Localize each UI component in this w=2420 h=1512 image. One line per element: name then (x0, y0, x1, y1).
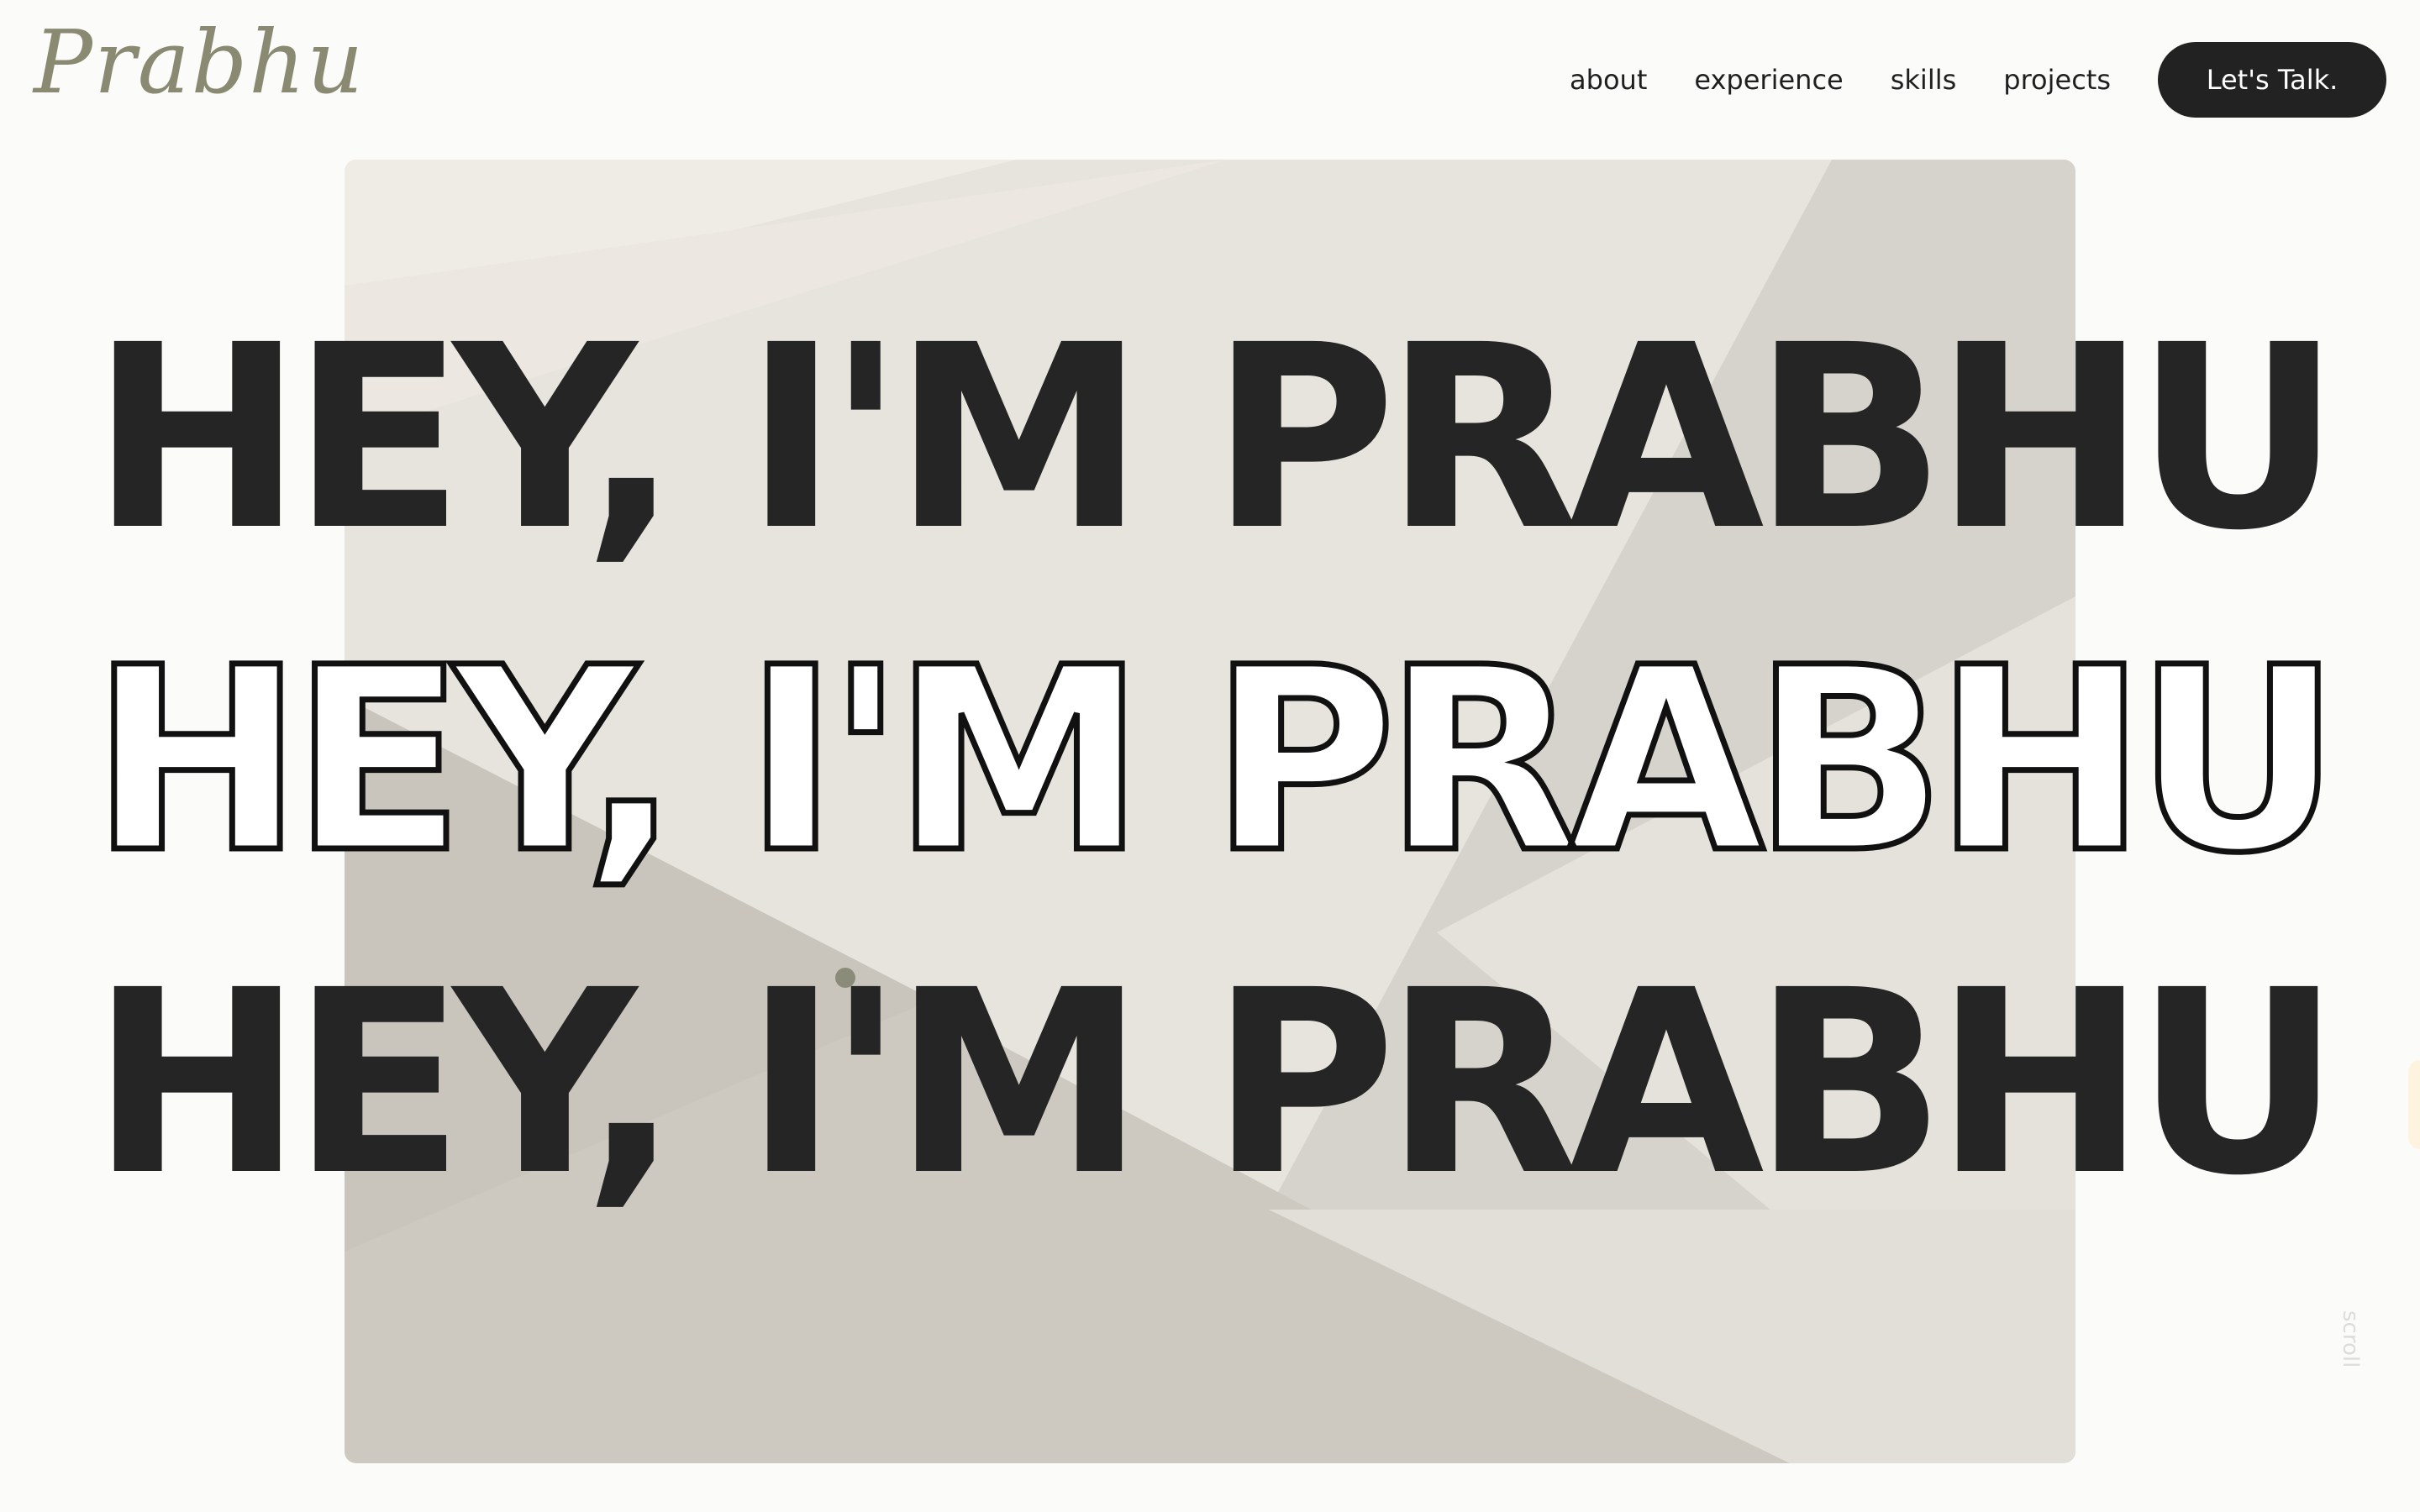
nav-experience[interactable]: experience (1694, 64, 1843, 96)
main-nav: about experience skills projects Let's T… (1570, 42, 2386, 118)
hero-headline-outline: HEY, I'M PRABHU (88, 614, 2344, 909)
hero-headline-solid-top: HEY, I'M PRABHU (91, 291, 2341, 586)
cursor-dot (835, 968, 855, 988)
scroll-indicator[interactable]: scroll (2338, 1310, 2363, 1368)
lets-talk-button[interactable]: Let's Talk. (2158, 42, 2386, 118)
nav-projects[interactable]: projects (2003, 64, 2111, 96)
logo[interactable]: Prabhu (34, 18, 365, 106)
nav-skills[interactable]: skills (1891, 64, 1957, 96)
hero-headline-solid-bottom: HEY, I'M PRABHU (91, 937, 2341, 1231)
side-tab[interactable] (2408, 1060, 2420, 1149)
nav-about[interactable]: about (1570, 64, 1647, 96)
